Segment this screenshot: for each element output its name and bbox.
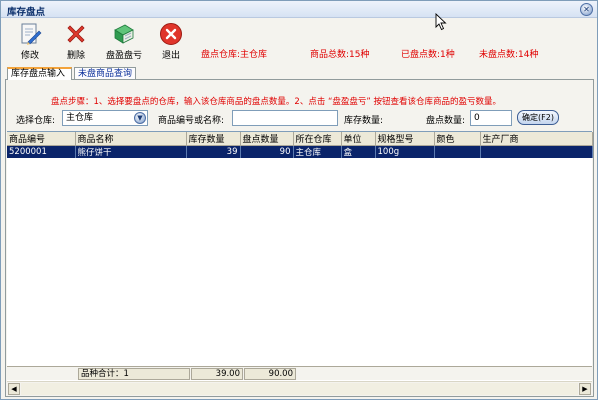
col-header-code[interactable]: 商品编号 [7,132,76,146]
col-header-stock[interactable]: 库存数量 [186,132,241,146]
cell-spec[interactable]: 100g [375,145,435,158]
grid-header-row: 商品编号 商品名称 库存数量 盘点数量 所在仓库 单位 规格型号 颜色 生产厂商 [7,132,593,146]
scroll-left-icon[interactable]: ◀ [8,383,20,395]
exit-icon [160,23,182,45]
warehouse-select[interactable]: 主仓库 ▼ [62,110,148,126]
window-title: 库存盘点 [7,7,46,18]
inventory-count-window: 库存盘点 ✕ 修改 删除 盘盈盘亏 退出 盘点仓库:主仓库 商品总数:15种 已… [0,0,598,400]
cell-code[interactable]: 5200001 [7,145,76,158]
scroll-track[interactable] [21,383,578,395]
cell-manufacturer[interactable] [480,145,593,158]
grid-footer: 品种合计：1 39.00 90.00 [7,366,592,380]
col-header-manufacturer[interactable]: 生产厂商 [480,132,593,146]
col-header-count[interactable]: 盘点数量 [240,132,294,146]
count-quantity-label: 盘点数量: [426,116,466,126]
delete-button[interactable]: 删除 [54,22,98,64]
stock-quantity-label: 库存数量: [344,116,384,126]
warehouse-label: 选择仓库: [16,116,56,126]
filter-bar: 选择仓库: 主仓库 ▼ 商品编号或名称: 库存数量: 盘点数量: 0 确定(F2… [6,110,593,126]
cell-stock[interactable]: 39 [186,145,241,158]
footer-item-count: 品种合计：1 [78,368,190,380]
cell-warehouse[interactable]: 主仓库 [293,145,342,158]
product-code-input[interactable] [232,110,338,126]
horizontal-scrollbar[interactable]: ◀ ▶ [7,381,592,395]
inventory-grid[interactable]: 商品编号 商品名称 库存数量 盘点数量 所在仓库 单位 规格型号 颜色 生产厂商… [7,131,593,381]
profit-loss-button-label: 盘盈盘亏 [105,51,142,61]
col-header-unit[interactable]: 单位 [341,132,376,146]
edit-button[interactable]: 修改 [8,22,52,64]
stat-uncounted: 未盘点数:14种 [479,50,539,60]
col-header-color[interactable]: 颜色 [434,132,481,146]
stat-warehouse: 盘点仓库:主仓库 [201,50,268,60]
confirm-button[interactable]: 确定(F2) [517,110,559,125]
exit-button-label: 退出 [161,51,180,61]
close-icon[interactable]: ✕ [580,3,593,16]
scroll-right-icon[interactable]: ▶ [579,383,591,395]
footer-stock-total: 39.00 [191,368,243,380]
col-header-name[interactable]: 商品名称 [75,132,187,146]
cell-color[interactable] [434,145,481,158]
cell-count[interactable]: 90 [240,145,294,158]
col-header-spec[interactable]: 规格型号 [375,132,435,146]
cell-unit[interactable]: 盒 [341,145,376,158]
profit-loss-button[interactable]: 盘盈盘亏 [100,22,148,64]
title-bar: 库存盘点 ✕ [1,1,597,18]
edit-icon [21,23,42,45]
tab-panel: 盘点步骤：1、选择要盘点的仓库，输入该仓库商品的盘点数量。2、点击 “盘盈盘亏”… [5,79,594,397]
chevron-down-icon[interactable]: ▼ [134,112,146,124]
exit-button[interactable]: 退出 [149,22,193,64]
instructions-text: 盘点步骤：1、选择要盘点的仓库，输入该仓库商品的盘点数量。2、点击 “盘盈盘亏”… [51,97,502,107]
stat-counted: 已盘点数:1种 [401,50,455,60]
tab-inventory-input[interactable]: 库存盘点输入 [7,67,72,80]
toolbar: 修改 删除 盘盈盘亏 退出 盘点仓库:主仓库 商品总数:15种 已盘点数:1种 … [1,19,597,65]
mouse-cursor-icon [435,13,447,31]
delete-button-label: 删除 [66,51,85,61]
table-row[interactable]: 5200001 熊仔饼干 39 90 主仓库 盒 100g [7,145,593,158]
col-header-warehouse[interactable]: 所在仓库 [293,132,342,146]
count-quantity-input[interactable]: 0 [470,110,512,126]
delete-x-icon [67,25,85,43]
edit-button-label: 修改 [20,51,39,61]
warehouse-select-value: 主仓库 [66,113,94,123]
code-label: 商品编号或名称: [158,116,225,126]
footer-count-total: 90.00 [244,368,296,380]
ledger-book-icon [114,24,134,44]
stat-total-items: 商品总数:15种 [310,50,370,60]
cell-name[interactable]: 熊仔饼干 [75,145,187,158]
